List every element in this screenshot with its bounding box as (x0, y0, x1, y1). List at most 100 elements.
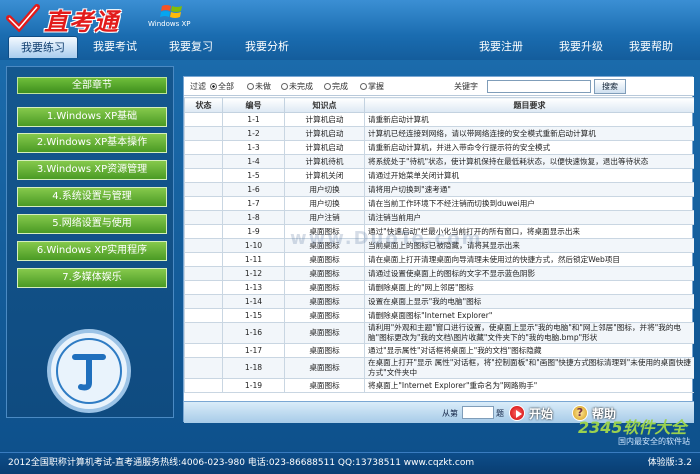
sidebar-item-chapter-1[interactable]: 1.Windows XP基础 (17, 107, 167, 127)
radio-icon[interactable] (360, 83, 367, 90)
filter-all[interactable]: 全部 (210, 81, 234, 92)
start-question-input[interactable] (462, 406, 494, 419)
radio-icon[interactable] (210, 83, 217, 90)
table-row[interactable]: 1-5 计算机关闭 请通过开始菜单关闭计算机 (184, 168, 694, 183)
watermark-text: www.DuoTe.com (290, 228, 483, 249)
cell-status (184, 357, 223, 379)
sidebar-item-chapter-5[interactable]: 5.网络设置与使用 (17, 214, 167, 234)
cell-id: 1-11 (222, 252, 285, 267)
col-status[interactable]: 状态 (184, 97, 223, 113)
status-hotline: 2012全国职称计算机考试-直考通服务热线:4006-023-980 电话:02… (8, 458, 475, 468)
filter-undone[interactable]: 未做 (247, 81, 271, 92)
keyword-label: 关键字 (454, 82, 478, 91)
table-row[interactable]: 1-13 桌面图标 请删除桌面上的"网上邻居"图标 (184, 280, 694, 295)
brand-watermark: 2345软件大全 (578, 418, 687, 437)
table-row[interactable]: 1-8 用户注销 请注销当前用户 (184, 210, 694, 225)
cell-topic: 用户切换 (284, 196, 365, 211)
cell-topic: 桌面图标 (284, 378, 365, 393)
table-row[interactable]: 1-11 桌面图标 请在桌面上打开清理桌面向导清理未使用过的快捷方式，然后锁定Web… (184, 252, 694, 267)
cell-id: 1-10 (222, 238, 285, 253)
sidebar-item-chapter-4[interactable]: 4.系统设置与管理 (17, 187, 167, 207)
cell-topic: 计算机启动 (284, 140, 365, 155)
col-requirement[interactable]: 题目要求 (364, 97, 694, 113)
cell-requirement: 请删除桌面上的"网上邻居"图标 (364, 280, 694, 295)
filter-bar: 过滤 全部 未做 未完成 完成 掌握 关键字 搜索 (184, 77, 694, 96)
search-button[interactable]: 搜索 (594, 79, 626, 94)
cell-requirement: 请在当前工作环境下不经注销而切换到duwei用户 (364, 196, 694, 211)
app-window: 直考通 Windows XP 我要练习 我要考试 我要复习 我要分析 我要注册 … (0, 0, 700, 474)
main-nav: 我要练习 我要考试 我要复习 我要分析 我要注册 我要升级 我要帮助 (0, 35, 700, 59)
filter-mastered[interactable]: 掌握 (360, 81, 384, 92)
question-rows: 1-1 计算机启动 请重新启动计算机 1-2 计算机启动 计算机已经连接到网络，请以带网络… (184, 112, 694, 393)
filter-label: 过滤 (190, 82, 206, 91)
sidebar-item-chapter-2[interactable]: 2.Windows XP基本操作 (17, 133, 167, 153)
keyword-input[interactable] (487, 80, 591, 93)
col-id[interactable]: 编号 (222, 97, 285, 113)
sidebar-title[interactable]: 全部章节 (17, 77, 167, 94)
cell-topic: 计算机启动 (284, 112, 365, 127)
cell-status (184, 294, 223, 309)
cell-requirement: 将系统处于"待机"状态，使计算机保持在最低耗状态，以便快速恢复，退出等待状态 (364, 154, 694, 169)
filter-incomplete[interactable]: 未完成 (281, 81, 313, 92)
cell-topic: 桌面图标 (284, 280, 365, 295)
table-row[interactable]: 1-16 桌面图标 请利用"外观和主题"窗口进行设置，使桌面上显示"我的电脑"和"网… (184, 322, 694, 344)
windows-flag-icon (160, 5, 182, 18)
status-bar: 2012全国职称计算机考试-直考通服务热线:4006-023-980 电话:02… (0, 452, 700, 474)
table-row[interactable]: 1-7 用户切换 请在当前工作环境下不经注销而切换到duwei用户 (184, 196, 694, 211)
cell-status (184, 112, 223, 127)
cell-id: 1-7 (222, 196, 285, 211)
question-table-container: 状态 编号 知识点 题目要求 1-1 计算机启动 请重新启动计算机 1-2 计算机启动计… (184, 97, 694, 401)
cell-topic: 计算机启动 (284, 126, 365, 141)
cell-requirement: 请在桌面上打开清理桌面向导清理未使用过的快捷方式，然后锁定Web项目 (364, 252, 694, 267)
start-button[interactable]: 开始 (509, 403, 565, 423)
nav-help[interactable]: 我要帮助 (620, 36, 682, 58)
nav-upgrade[interactable]: 我要升级 (550, 36, 612, 58)
table-row[interactable]: 1-14 桌面图标 设置在桌面上显示"我的电脑"图标 (184, 294, 694, 309)
brand-emblem-icon (47, 329, 131, 413)
os-label: Windows XP (148, 20, 191, 28)
radio-icon[interactable] (324, 83, 331, 90)
table-row[interactable]: 1-4 计算机待机 将系统处于"待机"状态，使计算机保持在最低耗状态，以便快速恢复，… (184, 154, 694, 169)
sidebar-item-chapter-3[interactable]: 3.Windows XP资源管理 (17, 160, 167, 180)
windows-xp-logo: Windows XP (148, 3, 198, 31)
cell-requirement: 请重新启动计算机，并进入带命令行提示符的安全模式 (364, 140, 694, 155)
cell-id: 1-15 (222, 308, 285, 323)
nav-exam[interactable]: 我要考试 (84, 36, 146, 58)
radio-icon[interactable] (281, 83, 288, 90)
cell-status (184, 182, 223, 197)
cell-id: 1-17 (222, 343, 285, 358)
table-row[interactable]: 1-3 计算机启动 请重新启动计算机，并进入带命令行提示符的安全模式 (184, 140, 694, 155)
table-row[interactable]: 1-1 计算机启动 请重新启动计算机 (184, 112, 694, 127)
nav-register[interactable]: 我要注册 (470, 36, 532, 58)
nav-analysis[interactable]: 我要分析 (236, 36, 298, 58)
cell-status (184, 168, 223, 183)
table-row[interactable]: 1-15 桌面图标 请删除桌面图标"Internet Explorer" (184, 308, 694, 323)
cell-status (184, 238, 223, 253)
sidebar-item-chapter-7[interactable]: 7.多媒体娱乐 (17, 268, 167, 288)
table-row[interactable]: 1-19 桌面图标 将桌面上"Internet Explorer"重命名为"网路购手… (184, 378, 694, 393)
table-row[interactable]: 1-6 用户切换 请将用户切换到"速考通" (184, 182, 694, 197)
radio-icon[interactable] (247, 83, 254, 90)
cell-id: 1-9 (222, 224, 285, 239)
cell-topic: 计算机关闭 (284, 168, 365, 183)
sidebar-item-chapter-6[interactable]: 6.Windows XP实用程序 (17, 241, 167, 261)
table-row[interactable]: 1-17 桌面图标 通过"显示属性"对话框将桌面上"我的文档"图标隐藏 (184, 343, 694, 358)
play-icon (509, 405, 525, 421)
cell-status (184, 210, 223, 225)
cell-topic: 桌面图标 (284, 294, 365, 309)
filter-complete[interactable]: 完成 (324, 81, 348, 92)
col-topic[interactable]: 知识点 (284, 97, 365, 113)
table-row[interactable]: 1-18 桌面图标 在桌面上打开"显示 属性"对话框，将"控制面板"和"画图"快捷方… (184, 357, 694, 379)
cell-id: 1-2 (222, 126, 285, 141)
from-label: 从第 (442, 409, 458, 418)
cell-status (184, 280, 223, 295)
nav-review[interactable]: 我要复习 (160, 36, 222, 58)
cell-status (184, 224, 223, 239)
nav-practice[interactable]: 我要练习 (8, 36, 78, 58)
table-row[interactable]: 1-2 计算机启动 计算机已经连接到网络，请以带网络连接的安全模式重新启动计算机 (184, 126, 694, 141)
table-row[interactable]: 1-12 桌面图标 请通过设置使桌面上的图标的文字不显示蓝色阴影 (184, 266, 694, 281)
chapter-sidebar: 全部章节 1.Windows XP基础 2.Windows XP基本操作 3.W… (6, 66, 174, 418)
cell-topic: 桌面图标 (284, 308, 365, 323)
cell-id: 1-13 (222, 280, 285, 295)
cell-id: 1-8 (222, 210, 285, 225)
